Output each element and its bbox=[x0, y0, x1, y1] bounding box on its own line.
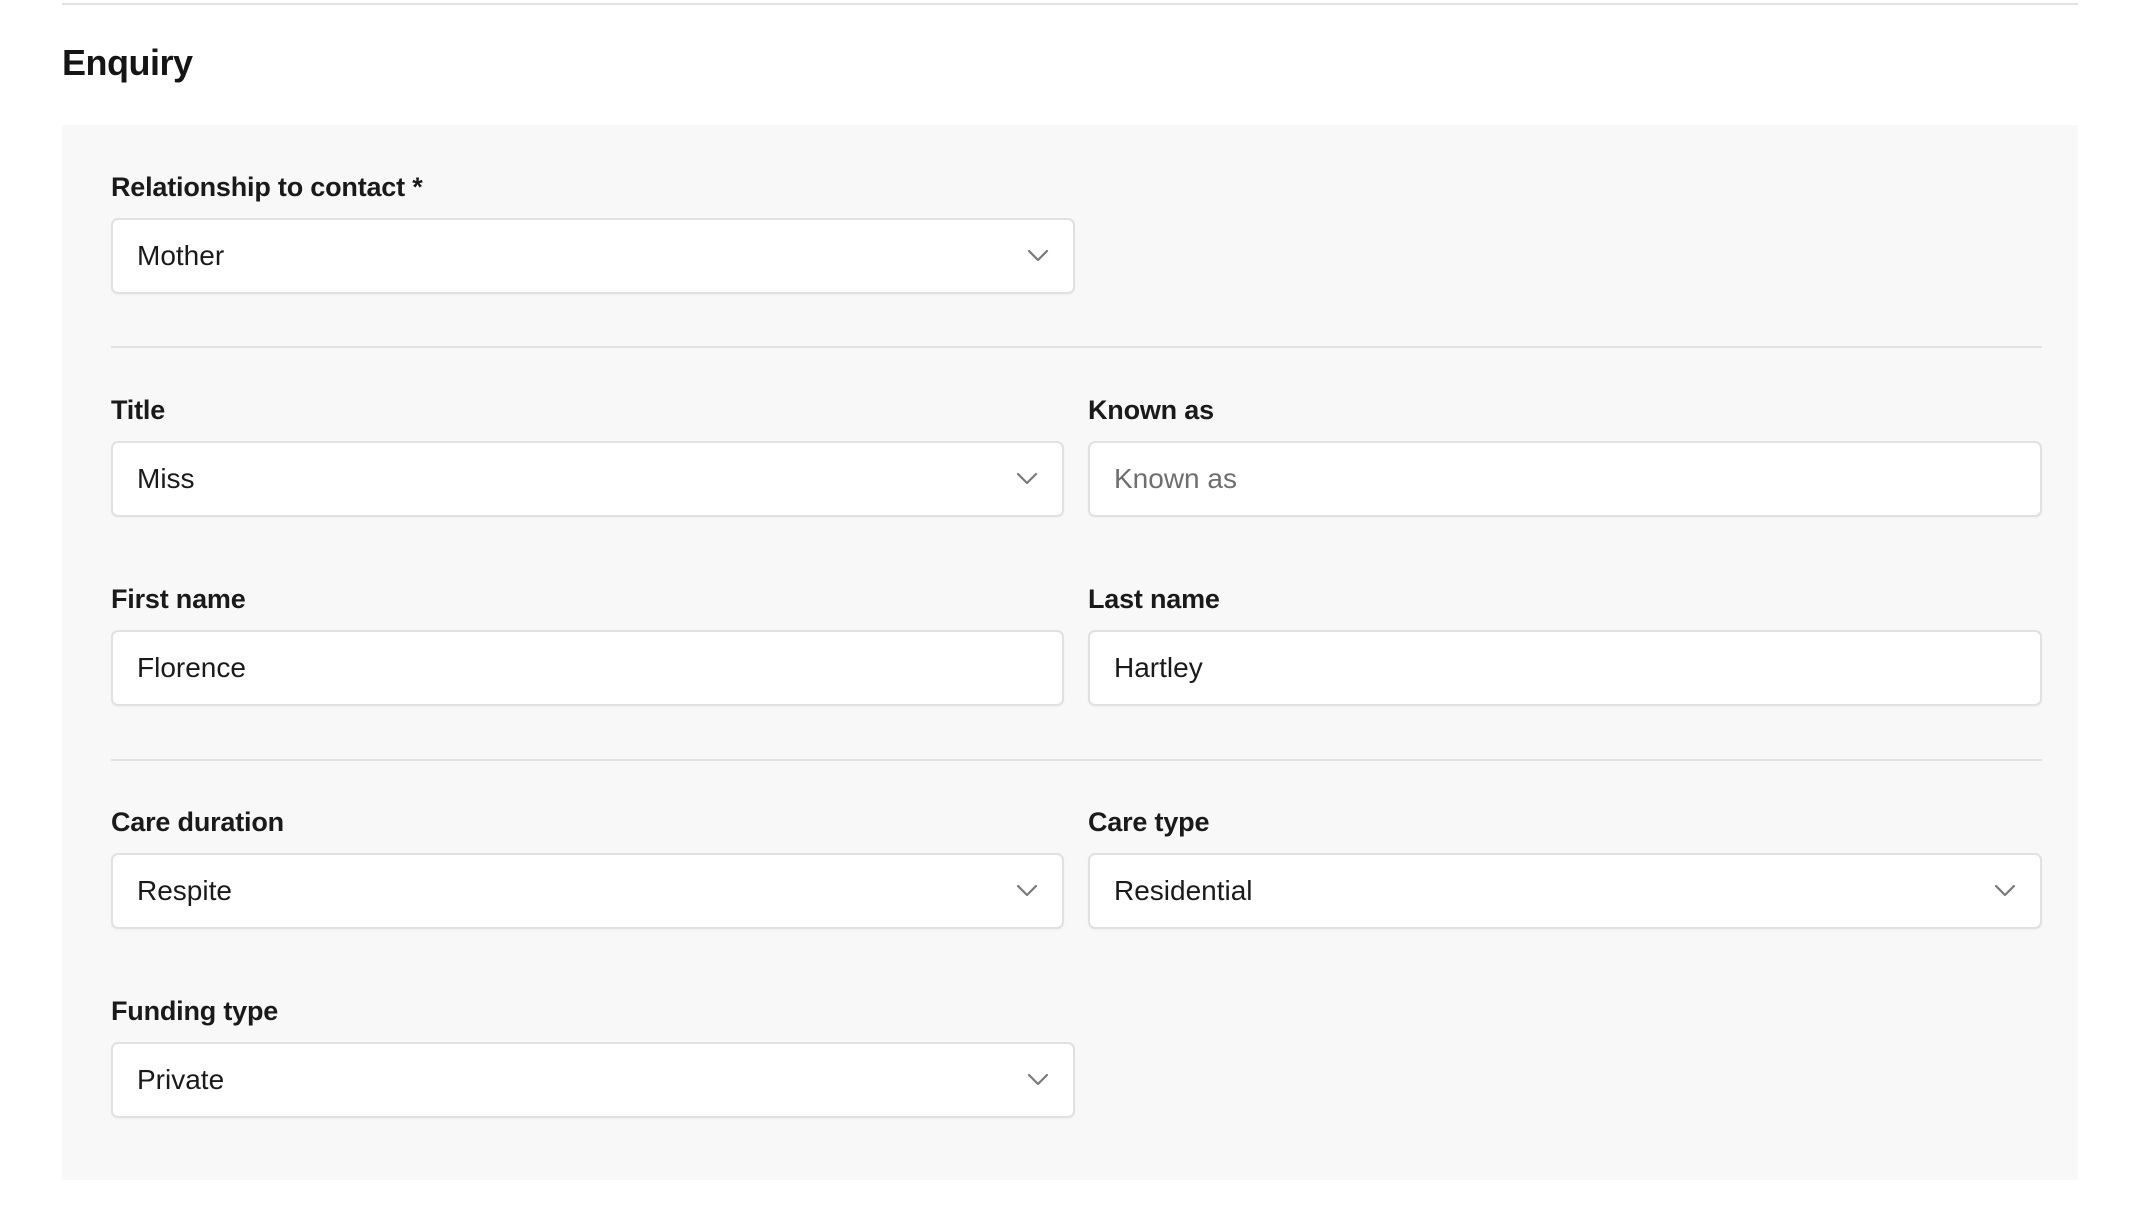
known-as-input[interactable] bbox=[1114, 463, 2016, 495]
title-label: Title bbox=[111, 395, 166, 425]
section-divider bbox=[111, 759, 2042, 761]
section-title: Enquiry bbox=[62, 42, 193, 83]
funding-type-select[interactable]: Private bbox=[111, 1042, 1075, 1118]
last-name-label: Last name bbox=[1088, 584, 1220, 614]
care-type-label: Care type bbox=[1088, 807, 1210, 837]
relationship-select[interactable]: Mother bbox=[111, 218, 1075, 294]
section-divider bbox=[111, 346, 2042, 348]
chevron-down-icon bbox=[1994, 884, 2016, 897]
chevron-down-icon bbox=[1016, 472, 1038, 485]
funding-type-value: Private bbox=[137, 1064, 225, 1095]
known-as-label: Known as bbox=[1088, 395, 1214, 425]
relationship-value: Mother bbox=[137, 240, 225, 271]
first-name-field[interactable] bbox=[111, 630, 1064, 706]
care-duration-value: Respite bbox=[137, 875, 232, 906]
funding-type-label: Funding type bbox=[111, 996, 279, 1026]
care-duration-select[interactable]: Respite bbox=[111, 853, 1064, 929]
top-divider bbox=[62, 3, 2078, 5]
chevron-down-icon bbox=[1027, 249, 1049, 262]
first-name-label: First name bbox=[111, 584, 246, 614]
care-duration-label: Care duration bbox=[111, 807, 284, 837]
chevron-down-icon bbox=[1016, 884, 1038, 897]
care-type-value: Residential bbox=[1114, 875, 1253, 906]
first-name-input[interactable] bbox=[137, 652, 1038, 684]
care-type-select[interactable]: Residential bbox=[1088, 853, 2042, 929]
title-select[interactable]: Miss bbox=[111, 441, 1064, 517]
enquiry-page: Enquiry Relationship to contact * Mother… bbox=[0, 0, 2132, 1228]
known-as-field[interactable] bbox=[1088, 441, 2042, 517]
last-name-field[interactable] bbox=[1088, 630, 2042, 706]
title-value: Miss bbox=[137, 463, 195, 494]
relationship-label: Relationship to contact * bbox=[111, 172, 423, 202]
last-name-input[interactable] bbox=[1114, 652, 2016, 684]
chevron-down-icon bbox=[1027, 1073, 1049, 1086]
